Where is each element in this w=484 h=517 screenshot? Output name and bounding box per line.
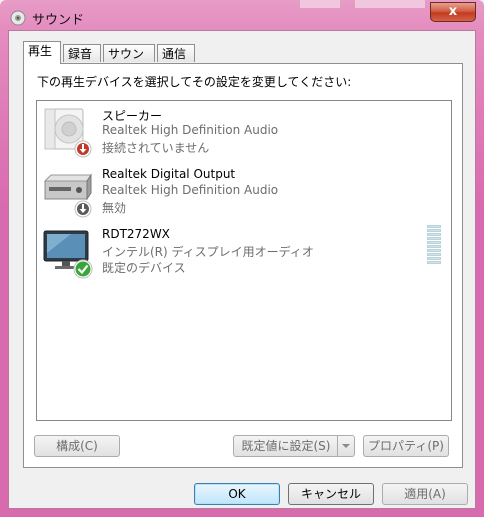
device-driver: Realtek High Definition Audio — [102, 123, 279, 137]
level-bar — [427, 225, 441, 228]
playback-panel: 下の再生デバイスを選択してその設定を変更してください: スピーカー Realte… — [23, 63, 463, 468]
device-status: 接続されていません — [102, 141, 210, 155]
device-item-rdt272wx[interactable]: RDT272WX インテル(R) ディスプレイ用オーディオ 既定のデバイス — [37, 225, 451, 285]
apply-button[interactable]: 適用(A) — [382, 483, 468, 505]
configure-button[interactable]: 構成(C) — [34, 435, 120, 457]
device-status: 既定のデバイス — [102, 261, 186, 275]
level-bar — [427, 233, 441, 236]
level-bar — [427, 253, 441, 256]
title-bar[interactable]: サウンド x — [0, 0, 484, 34]
level-bar — [427, 237, 441, 240]
device-list[interactable]: スピーカー Realtek High Definition Audio 接続され… — [36, 100, 452, 421]
level-bar — [427, 241, 441, 244]
chevron-down-icon[interactable] — [337, 436, 354, 456]
device-item-digital-output[interactable]: Realtek Digital Output Realtek High Defi… — [37, 165, 451, 225]
monitor-icon — [43, 230, 93, 279]
digital-output-icon — [43, 173, 92, 218]
tab-playback[interactable]: 再生 — [23, 41, 61, 64]
device-name: Realtek Digital Output — [102, 167, 236, 181]
speaker-icon — [44, 108, 92, 158]
level-bar — [427, 257, 441, 260]
close-icon: x — [448, 4, 458, 19]
device-name: RDT272WX — [102, 227, 170, 241]
device-item-speaker[interactable]: スピーカー Realtek High Definition Audio 接続され… — [37, 105, 451, 165]
set-default-button[interactable]: 既定値に設定(S) — [233, 435, 355, 457]
cancel-button[interactable]: キャンセル — [288, 483, 374, 505]
instruction-text: 下の再生デバイスを選択してその設定を変更してください: — [37, 75, 352, 89]
disconnected-badge — [74, 140, 92, 158]
device-name: スピーカー — [102, 109, 163, 123]
properties-button[interactable]: プロパティ(P) — [363, 435, 449, 457]
sound-dialog-window: サウンド x 再生 録音 サウンド 通信 下の再生デバイスを選択してその設定を変… — [0, 0, 484, 517]
ok-button[interactable]: OK — [194, 483, 280, 505]
disabled-badge — [74, 200, 92, 218]
device-driver: インテル(R) ディスプレイ用オーディオ — [102, 245, 314, 259]
tab-sounds[interactable]: サウンド — [103, 44, 155, 79]
level-bar — [427, 249, 441, 252]
default-check-badge — [73, 259, 93, 279]
window-title: サウンド — [32, 13, 85, 28]
set-default-label: 既定値に設定(S) — [241, 439, 331, 453]
tab-recording[interactable]: 録音 — [63, 44, 101, 62]
sound-icon — [10, 10, 26, 26]
level-bar — [427, 245, 441, 248]
volume-level-meter — [427, 225, 441, 265]
device-status: 無効 — [102, 201, 127, 215]
tab-communications[interactable]: 通信 — [157, 44, 195, 62]
close-button[interactable]: x — [430, 2, 476, 22]
level-bar — [427, 261, 441, 264]
level-bar — [427, 229, 441, 232]
dialog-client-area: 再生 録音 サウンド 通信 下の再生デバイスを選択してその設定を変更してください… — [8, 30, 476, 509]
device-driver: Realtek High Definition Audio — [102, 183, 279, 197]
